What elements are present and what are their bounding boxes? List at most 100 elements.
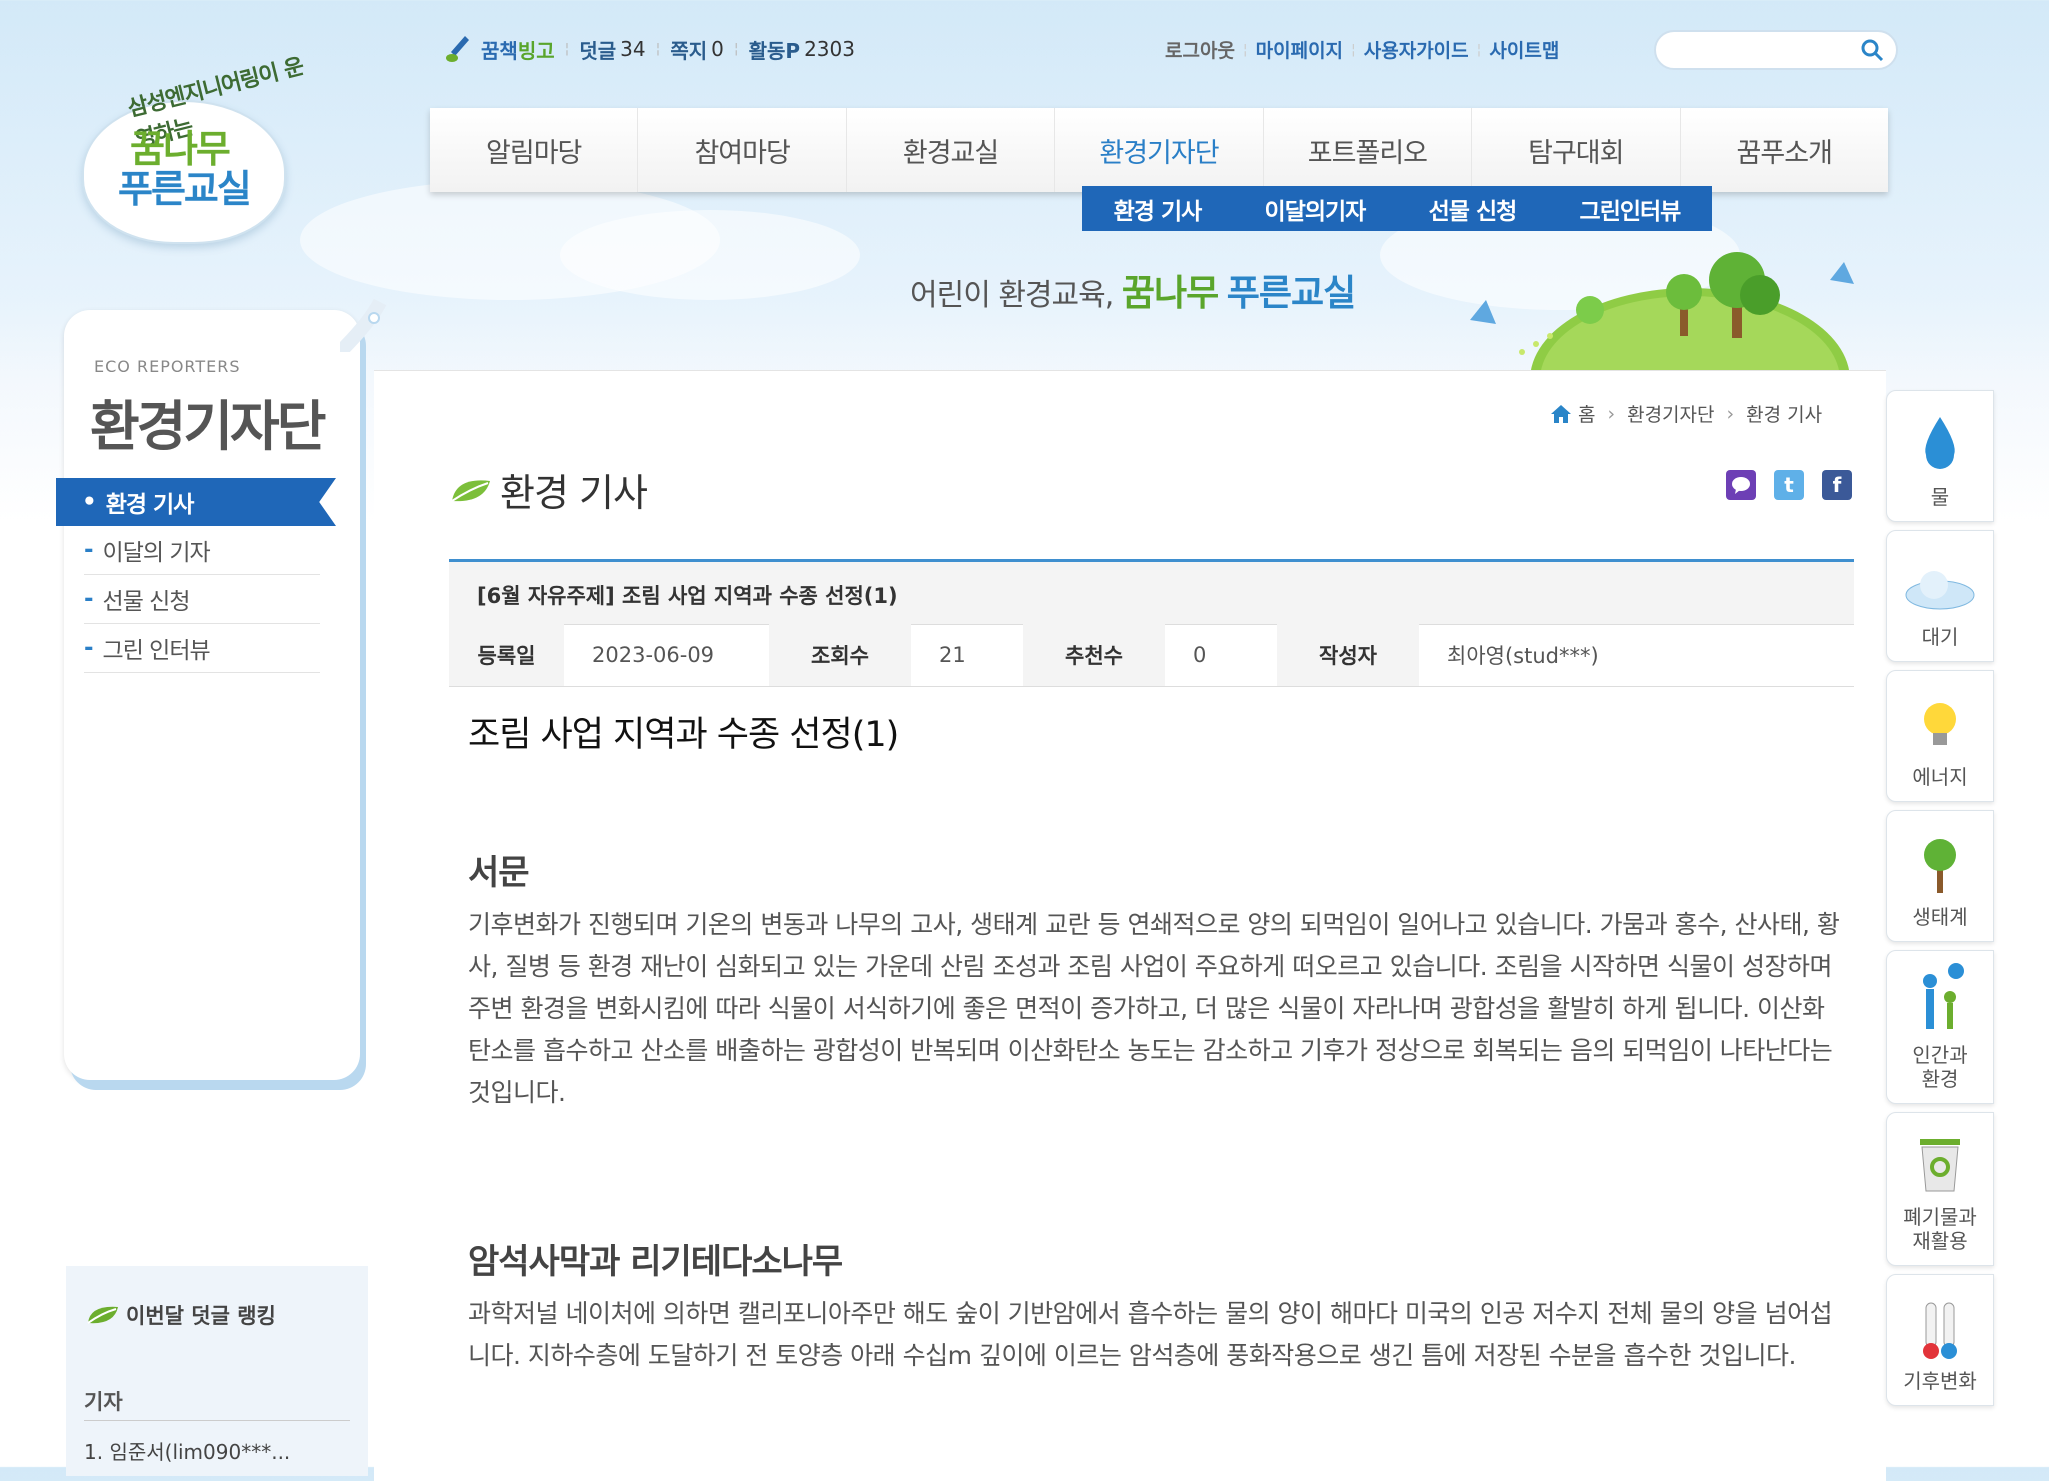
banner-slogan: 어린이 환경교육, 꿈나무 푸른교실: [910, 264, 1356, 316]
water-drop-icon: [1925, 417, 1955, 469]
user-status-bar: 꿈책 빙고 ¦ 덧글 34 ¦ 쪽지 0 ¦ 활동P 2303: [445, 34, 855, 64]
dash-icon: -: [84, 537, 93, 563]
ranking-title-text: 이번달 덧글 랭킹: [126, 1304, 276, 1328]
leaf-icon: [451, 479, 490, 502]
sub-navigation: 환경 기사 이달의기자 선물 신청 그린인터뷰: [1082, 186, 1712, 231]
leaf-icon: [87, 1306, 118, 1324]
comments-label[interactable]: 덧글: [579, 35, 616, 64]
subnav-gift-request[interactable]: 선물 신청: [1429, 192, 1518, 226]
divider: [84, 1420, 350, 1421]
breadcrumb-home[interactable]: 홈: [1578, 400, 1595, 427]
top-links: 로그아웃 ¦ 마이페이지 ¦ 사용자가이드 ¦ 사이트맵: [1165, 36, 1559, 63]
author-value: 최아영(stud***): [1447, 644, 1599, 668]
search-icon[interactable]: [1860, 38, 1884, 62]
quick-waste-recycling[interactable]: 폐기물과 재활용: [1886, 1112, 1994, 1266]
bingo-brand-part2[interactable]: 빙고: [518, 35, 555, 64]
home-icon[interactable]: [1550, 404, 1572, 424]
kakao-share-icon[interactable]: [1726, 470, 1756, 500]
nav-contest[interactable]: 탐구대회: [1472, 108, 1681, 192]
dash-icon: -: [84, 586, 93, 612]
bullet-icon: •: [82, 489, 97, 515]
quick-ecosystem[interactable]: 생태계: [1886, 810, 1994, 942]
section-paragraph: 기후변화가 진행되며 기온의 변동과 나무의 고사, 생태계 교란 등 연쇄적으…: [468, 910, 1840, 1107]
lightbulb-icon: [1924, 703, 1956, 745]
breadcrumb-current[interactable]: 환경 기사: [1746, 400, 1822, 427]
activity-label[interactable]: 활동P: [749, 35, 800, 64]
slogan-blue: 푸른교실: [1226, 273, 1356, 314]
quick-label: 폐기물과 재활용: [1903, 1205, 1977, 1253]
sidebar-item-reporter-of-month[interactable]: - 이달의 기자: [84, 526, 320, 575]
notes-count: 0: [711, 37, 724, 61]
quick-air[interactable]: 대기: [1886, 530, 1994, 662]
nav-eco-reporters[interactable]: 환경기자단: [1055, 108, 1264, 192]
twitter-share-icon[interactable]: t: [1774, 470, 1804, 500]
quick-human-environment[interactable]: 인간과 환경: [1886, 950, 1994, 1104]
sidebar-item-label: 이달의 기자: [102, 540, 211, 566]
bingo-brand-part1[interactable]: 꿈책: [481, 35, 518, 64]
search-input[interactable]: [1670, 34, 1864, 66]
quick-climate-change[interactable]: 기후변화: [1886, 1274, 1994, 1406]
site-logo[interactable]: 삼성엔지니어링이 운영하는 꿈나무 푸른교실: [60, 30, 320, 250]
quick-water[interactable]: 물: [1886, 390, 1994, 522]
section-heading: 암석사막과 리기테다소나무: [468, 1242, 843, 1282]
ranking-column-header: 기자: [84, 1390, 123, 1414]
article-heading: 조림 사업 지역과 수종 선정(1): [468, 715, 899, 755]
section-paragraph: 과학저널 네이처에 의하면 캘리포니아주만 해도 숲이 기반암에서 흡수하는 물…: [468, 1299, 1833, 1370]
quick-label: 생태계: [1912, 905, 1968, 929]
people-icon: [1923, 963, 1964, 1029]
date-value: 2023-06-09: [592, 643, 715, 667]
slogan-green: 꿈나무: [1121, 273, 1219, 314]
ranking-title: 이번달 덧글 랭킹: [86, 1300, 276, 1330]
separator: ¦: [1351, 41, 1356, 58]
separator: ¦: [655, 41, 661, 57]
date-label: 등록일: [449, 624, 564, 686]
mypage-link[interactable]: 마이페이지: [1256, 36, 1343, 63]
sidebar-item-env-article[interactable]: • 환경 기사: [56, 478, 336, 526]
quick-energy[interactable]: 에너지: [1886, 670, 1994, 802]
sitemap-link[interactable]: 사이트맵: [1489, 36, 1559, 63]
nav-about[interactable]: 꿈푸소개: [1680, 108, 1888, 192]
quick-label: 인간과 환경: [1912, 1043, 1968, 1091]
separator: ¦: [564, 41, 570, 57]
background-cloud: [560, 210, 860, 300]
breadcrumb: 홈 › 환경기자단 › 환경 기사: [1550, 400, 1822, 427]
sidebar-item-label: 선물 신청: [102, 589, 191, 615]
thermometer-icon: [1923, 1302, 1957, 1359]
likes-label: 추천수: [1023, 624, 1165, 686]
logout-link[interactable]: 로그아웃: [1165, 36, 1235, 63]
user-guide-link[interactable]: 사용자가이드: [1364, 36, 1469, 63]
dash-icon: -: [84, 635, 93, 661]
subnav-env-article[interactable]: 환경 기사: [1114, 192, 1203, 226]
notes-label[interactable]: 쪽지: [670, 35, 707, 64]
search-box: [1654, 30, 1898, 70]
article-title: [6월 자유주제] 조림 사업 지역과 수종 선정(1): [477, 584, 898, 608]
subnav-green-interview[interactable]: 그린인터뷰: [1580, 192, 1682, 226]
nav-portfolio[interactable]: 포트폴리오: [1263, 108, 1473, 192]
sidebar-menu: • 환경 기사 - 이달의 기자 - 선물 신청 - 그린 인터뷰: [56, 478, 346, 673]
facebook-share-icon[interactable]: f: [1822, 470, 1852, 500]
nav-participation[interactable]: 참여마당: [638, 108, 847, 192]
chevron-right-icon: ›: [1607, 402, 1616, 425]
pen-icon: [446, 36, 469, 62]
section-heading: 서문: [468, 853, 530, 893]
sidebar-item-gift-request[interactable]: - 선물 신청: [84, 575, 320, 624]
separator: ¦: [1242, 41, 1248, 58]
subnav-reporter-of-month[interactable]: 이달의기자: [1265, 192, 1367, 226]
comments-count: 34: [620, 37, 646, 61]
tag-hole-icon: [340, 298, 387, 352]
breadcrumb-section[interactable]: 환경기자단: [1627, 400, 1714, 427]
article-body: 조림 사업 지역과 수종 선정(1) 서문 기후변화가 진행되며 기온의 변동과…: [468, 700, 1843, 1377]
ranking-entry[interactable]: 1. 임준서(lim090***...: [84, 1436, 290, 1465]
author-label: 작성자: [1277, 624, 1419, 686]
cloud-icon: [1905, 571, 1975, 610]
sidebar-item-green-interview[interactable]: - 그린 인터뷰: [84, 624, 320, 673]
separator: ¦: [1476, 41, 1482, 58]
quick-label: 기후변화: [1903, 1369, 1977, 1393]
nav-env-class[interactable]: 환경교실: [846, 108, 1056, 192]
recycle-bin-icon: [1920, 1139, 1960, 1192]
page-title-text: 환경 기사: [500, 471, 648, 515]
quick-label: 대기: [1921, 625, 1959, 649]
sidebar-title: 환경기자단: [90, 395, 326, 458]
nav-notice[interactable]: 알림마당: [430, 108, 639, 192]
chevron-right-icon: ›: [1726, 402, 1735, 425]
